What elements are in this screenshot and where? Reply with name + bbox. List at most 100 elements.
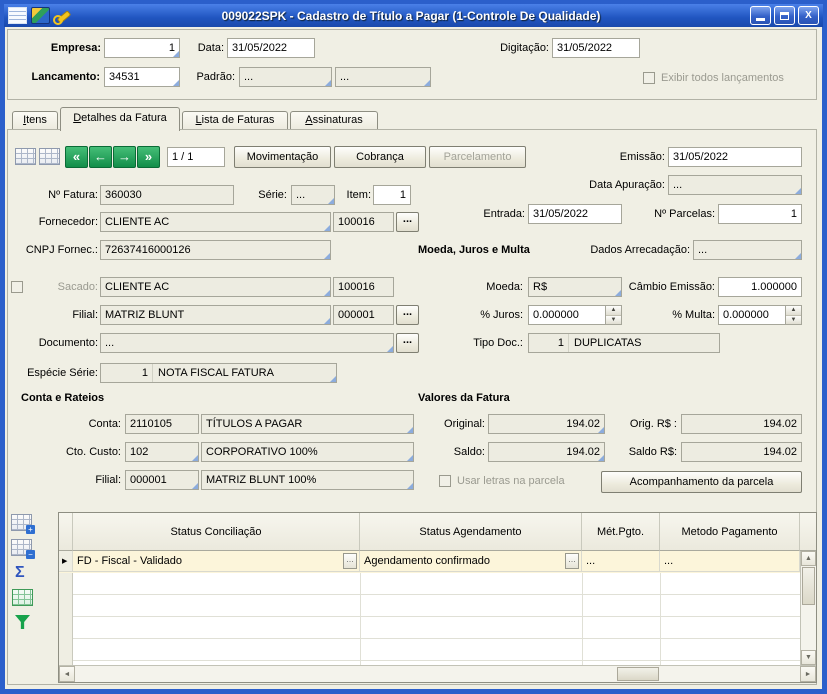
cell-status-agendamento[interactable]: Agendamento confirmado …	[360, 551, 582, 572]
acompanhamento-button[interactable]: Acompanhamento da parcela	[601, 471, 802, 493]
grid-horizontal-scrollbar[interactable]: ◄ ►	[59, 665, 816, 682]
cambio-emissao-field[interactable]: 1.000000	[718, 277, 802, 297]
emissao-field[interactable]: 31/05/2022	[668, 147, 802, 167]
exibir-todos-checkbox[interactable]	[643, 72, 655, 84]
grid-vertical-scrollbar[interactable]: ▲ ▼	[800, 551, 816, 665]
tab-itens[interactable]: Itens	[12, 111, 58, 129]
filial-lookup-button[interactable]: ...	[396, 305, 419, 325]
filial-code-field[interactable]: 000001	[333, 305, 394, 325]
scroll-down-button[interactable]: ▼	[801, 650, 816, 665]
filial-rateio-text-field[interactable]: MATRIZ BLUNT 100%	[201, 470, 414, 490]
scroll-right-button[interactable]: ►	[800, 666, 816, 682]
padrao-field-2[interactable]: ...	[335, 67, 431, 87]
fornecedor-name-field[interactable]: CLIENTE AC	[100, 212, 331, 232]
empresa-field[interactable]: 1	[104, 38, 180, 58]
serie-label: Série:	[245, 189, 287, 201]
tipo-doc-field[interactable]: 1 DUPLICATAS	[528, 333, 720, 353]
scroll-up-button[interactable]: ▲	[801, 551, 816, 566]
grid-selected-row[interactable]: ▶ FD - Fiscal - Validado … Agendamento c…	[59, 551, 800, 573]
pager-field[interactable]: 1 / 1	[167, 147, 225, 167]
saldo-rs-field[interactable]: 194.02	[681, 442, 802, 462]
sum-icon[interactable]: Σ	[15, 565, 25, 581]
cell-met-pgto[interactable]: ...	[582, 551, 660, 572]
form-view-icon[interactable]	[39, 148, 60, 165]
window-title: 009022SPK - Cadastro de Título a Pagar (…	[75, 9, 747, 23]
nav-next-button[interactable]: →	[113, 146, 136, 168]
juros-field[interactable]: 0.000000 ▲▼	[528, 305, 622, 325]
usar-letras-label: Usar letras na parcela	[457, 475, 597, 487]
close-button[interactable]: X	[798, 6, 819, 25]
item-field[interactable]: 1	[373, 185, 411, 205]
cell-status-conciliacao[interactable]: FD - Fiscal - Validado …	[73, 551, 360, 572]
sacado-code-field[interactable]: 100016	[333, 277, 394, 297]
grid-view-icon[interactable]	[15, 148, 36, 165]
cnpj-field[interactable]: 72637416000126	[100, 240, 331, 260]
entrada-field[interactable]: 31/05/2022	[528, 204, 622, 224]
tab-detalhes-da-fatura[interactable]: Detalhes da Fatura	[60, 107, 180, 131]
cobranca-button[interactable]: Cobrança	[334, 146, 426, 168]
row-marker-icon: ▶	[59, 551, 73, 572]
multa-spinner[interactable]: ▲▼	[785, 306, 801, 324]
delete-row-icon[interactable]: −	[11, 539, 32, 556]
title-bar[interactable]: 009022SPK - Cadastro de Título a Pagar (…	[4, 4, 823, 27]
cto-custo-code-field[interactable]: 102	[125, 442, 199, 462]
column-header-metodo-pagamento[interactable]: Metodo Pagamento	[660, 513, 800, 551]
tab-assinaturas[interactable]: Assinaturas	[290, 111, 378, 129]
tab-lista-de-faturas[interactable]: Lista de Faturas	[182, 111, 288, 129]
sacado-name-field[interactable]: CLIENTE AC	[100, 277, 331, 297]
juros-label: % Juros:	[455, 309, 523, 321]
usar-letras-checkbox[interactable]	[439, 475, 451, 487]
column-header-met-pgto[interactable]: Mét.Pgto.	[582, 513, 660, 551]
digitacao-field[interactable]: 31/05/2022	[552, 38, 640, 58]
moeda-field[interactable]: R$	[528, 277, 622, 297]
sacado-checkbox[interactable]	[11, 281, 23, 293]
especie-serie-field[interactable]: 1 NOTA FISCAL FATURA	[100, 363, 337, 383]
padrao-field-1[interactable]: ...	[239, 67, 332, 87]
conta-text-field[interactable]: TÍTULOS A PAGAR	[201, 414, 414, 434]
data-apuracao-field[interactable]: ...	[668, 175, 802, 195]
insert-row-icon[interactable]: +	[11, 514, 32, 531]
scroll-left-button[interactable]: ◄	[59, 666, 75, 682]
original-field[interactable]: 194.02	[488, 414, 605, 434]
fornecedor-lookup-button[interactable]: ...	[396, 212, 419, 232]
export-grid-icon[interactable]	[12, 589, 33, 606]
serie-field[interactable]: ...	[291, 185, 335, 205]
column-header-status-agendamento[interactable]: Status Agendamento	[360, 513, 582, 551]
conta-code-field[interactable]: 2110105	[125, 414, 199, 434]
spin-down-icon[interactable]: ▼	[786, 316, 801, 325]
vertical-scroll-thumb[interactable]	[802, 567, 815, 605]
filial-rateio-label: Filial:	[33, 474, 121, 486]
dados-arrecadacao-field[interactable]: ...	[693, 240, 802, 260]
maximize-button[interactable]	[774, 6, 795, 25]
nav-first-button[interactable]: «	[65, 146, 88, 168]
client-area: Empresa: 1 Data: 31/05/2022 Digitação: 3…	[5, 27, 822, 689]
column-header-status-conciliacao[interactable]: Status Conciliação	[73, 513, 360, 551]
filial-name-field[interactable]: MATRIZ BLUNT	[100, 305, 331, 325]
movimentacao-button[interactable]: Movimentação	[234, 146, 331, 168]
cto-custo-text-field[interactable]: CORPORATIVO 100%	[201, 442, 414, 462]
documento-field[interactable]: ...	[100, 333, 394, 353]
cell-dropdown-button[interactable]: …	[343, 553, 357, 569]
saldo-field[interactable]: 194.02	[488, 442, 605, 462]
documento-lookup-button[interactable]: ...	[396, 333, 419, 353]
nav-last-button[interactable]: »	[137, 146, 160, 168]
cell-metodo-pagamento[interactable]: ...	[660, 551, 800, 572]
spin-up-icon[interactable]: ▲	[786, 306, 801, 316]
juros-spinner[interactable]: ▲▼	[605, 306, 621, 324]
exibir-todos-label: Exibir todos lançamentos	[661, 72, 816, 84]
parcelamento-button[interactable]: Parcelamento	[429, 146, 526, 168]
fornecedor-code-field[interactable]: 100016	[333, 212, 394, 232]
no-fatura-field[interactable]: 360030	[100, 185, 234, 205]
spin-up-icon[interactable]: ▲	[606, 306, 621, 316]
no-parcelas-field[interactable]: 1	[718, 204, 802, 224]
spin-down-icon[interactable]: ▼	[606, 316, 621, 325]
cell-dropdown-button[interactable]: …	[565, 553, 579, 569]
horizontal-scroll-thumb[interactable]	[617, 667, 659, 681]
data-field[interactable]: 31/05/2022	[227, 38, 315, 58]
nav-prev-button[interactable]: ←	[89, 146, 112, 168]
lancamento-field[interactable]: 34531	[104, 67, 180, 87]
minimize-button[interactable]	[750, 6, 771, 25]
filial-rateio-code-field[interactable]: 000001	[125, 470, 199, 490]
orig-rs-field[interactable]: 194.02	[681, 414, 802, 434]
multa-field[interactable]: 0.000000 ▲▼	[718, 305, 802, 325]
